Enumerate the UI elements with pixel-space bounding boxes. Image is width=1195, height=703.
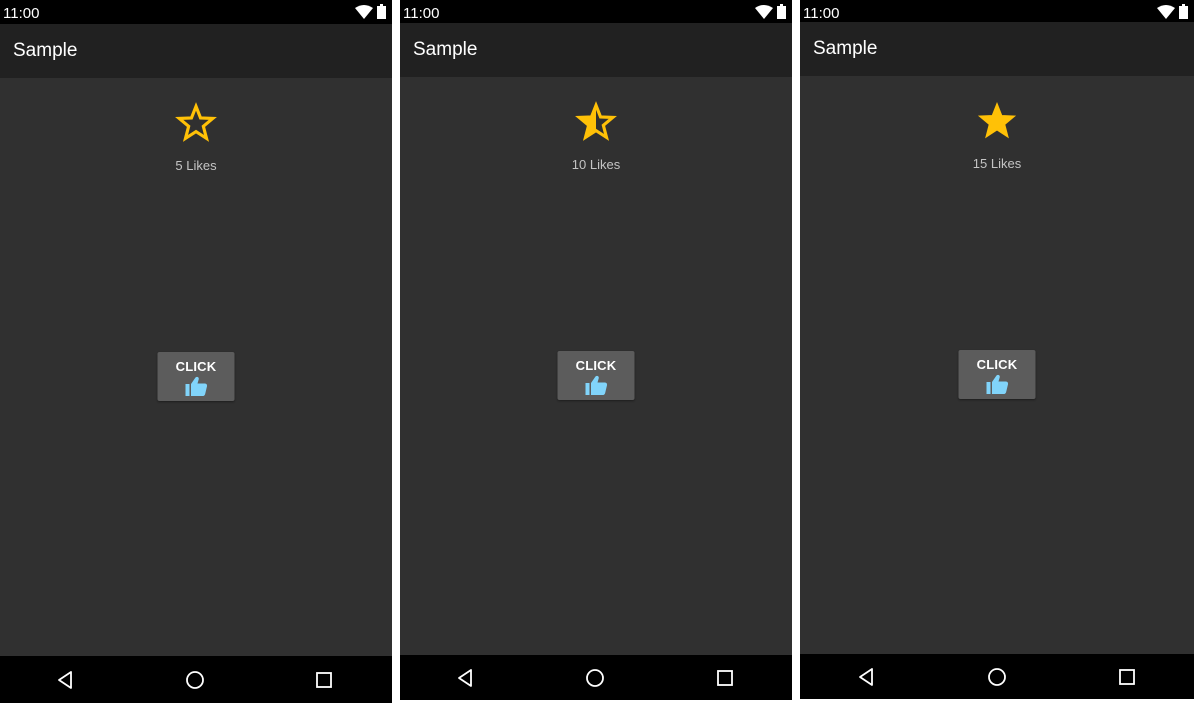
wifi-icon <box>755 4 773 19</box>
status-icons <box>1157 4 1188 19</box>
app-bar: Sample <box>0 24 392 78</box>
battery-icon <box>1179 4 1188 19</box>
click-button[interactable]: CLICK <box>157 352 235 401</box>
recents-icon[interactable] <box>714 667 736 689</box>
wifi-icon <box>355 4 373 19</box>
phone-screen-3: 11:00 Sample 15 Likes CLICK <box>800 0 1194 699</box>
home-icon[interactable] <box>584 667 606 689</box>
star-half-icon <box>575 101 617 141</box>
phone-screen-2: 11:00 Sample 10 Likes CLICK <box>400 0 792 700</box>
likes-count: 5 Likes <box>175 158 217 173</box>
battery-icon <box>777 4 786 19</box>
status-icons <box>755 4 786 19</box>
click-button-label: CLICK <box>976 357 1018 372</box>
click-button-label: CLICK <box>175 359 217 374</box>
click-button-label: CLICK <box>575 358 617 373</box>
likes-count: 10 Likes <box>571 157 621 172</box>
navigation-bar <box>0 656 392 703</box>
click-button[interactable]: CLICK <box>958 350 1036 399</box>
app-title: Sample <box>413 39 478 60</box>
phone-screen-1: 11:00 Sample 5 Likes CLICK <box>0 0 392 703</box>
back-icon[interactable] <box>55 669 77 691</box>
status-time: 11:00 <box>403 5 440 22</box>
navigation-bar <box>800 654 1194 699</box>
click-button[interactable]: CLICK <box>557 351 635 400</box>
app-title: Sample <box>13 40 78 61</box>
likes-count: 15 Likes <box>972 156 1022 171</box>
battery-icon <box>377 4 386 19</box>
home-icon[interactable] <box>986 666 1008 688</box>
status-bar: 11:00 <box>800 0 1194 22</box>
app-bar: Sample <box>400 23 792 77</box>
recents-icon[interactable] <box>1116 666 1138 688</box>
thumbs-up-icon <box>185 376 207 396</box>
navigation-bar <box>400 655 792 700</box>
thumbs-up-icon <box>986 374 1008 394</box>
status-time: 11:00 <box>3 5 40 22</box>
status-time: 11:00 <box>803 5 840 22</box>
status-bar: 11:00 <box>400 0 792 23</box>
app-bar: Sample <box>800 22 1194 76</box>
back-icon[interactable] <box>455 667 477 689</box>
back-icon[interactable] <box>856 666 878 688</box>
app-title: Sample <box>813 38 878 59</box>
star-filled-icon <box>977 101 1017 139</box>
thumbs-up-icon <box>585 375 607 395</box>
status-icons <box>355 4 386 19</box>
status-bar: 11:00 <box>0 0 392 24</box>
recents-icon[interactable] <box>313 669 335 691</box>
content-area: 15 Likes CLICK <box>800 76 1194 654</box>
star-outline-icon <box>175 102 217 142</box>
home-icon[interactable] <box>184 669 206 691</box>
screenshot-stage: 11:00 Sample 5 Likes CLICK 11:00 Sample … <box>0 0 1195 703</box>
content-area: 5 Likes CLICK <box>0 78 392 656</box>
content-area: 10 Likes CLICK <box>400 77 792 655</box>
wifi-icon <box>1157 4 1175 19</box>
